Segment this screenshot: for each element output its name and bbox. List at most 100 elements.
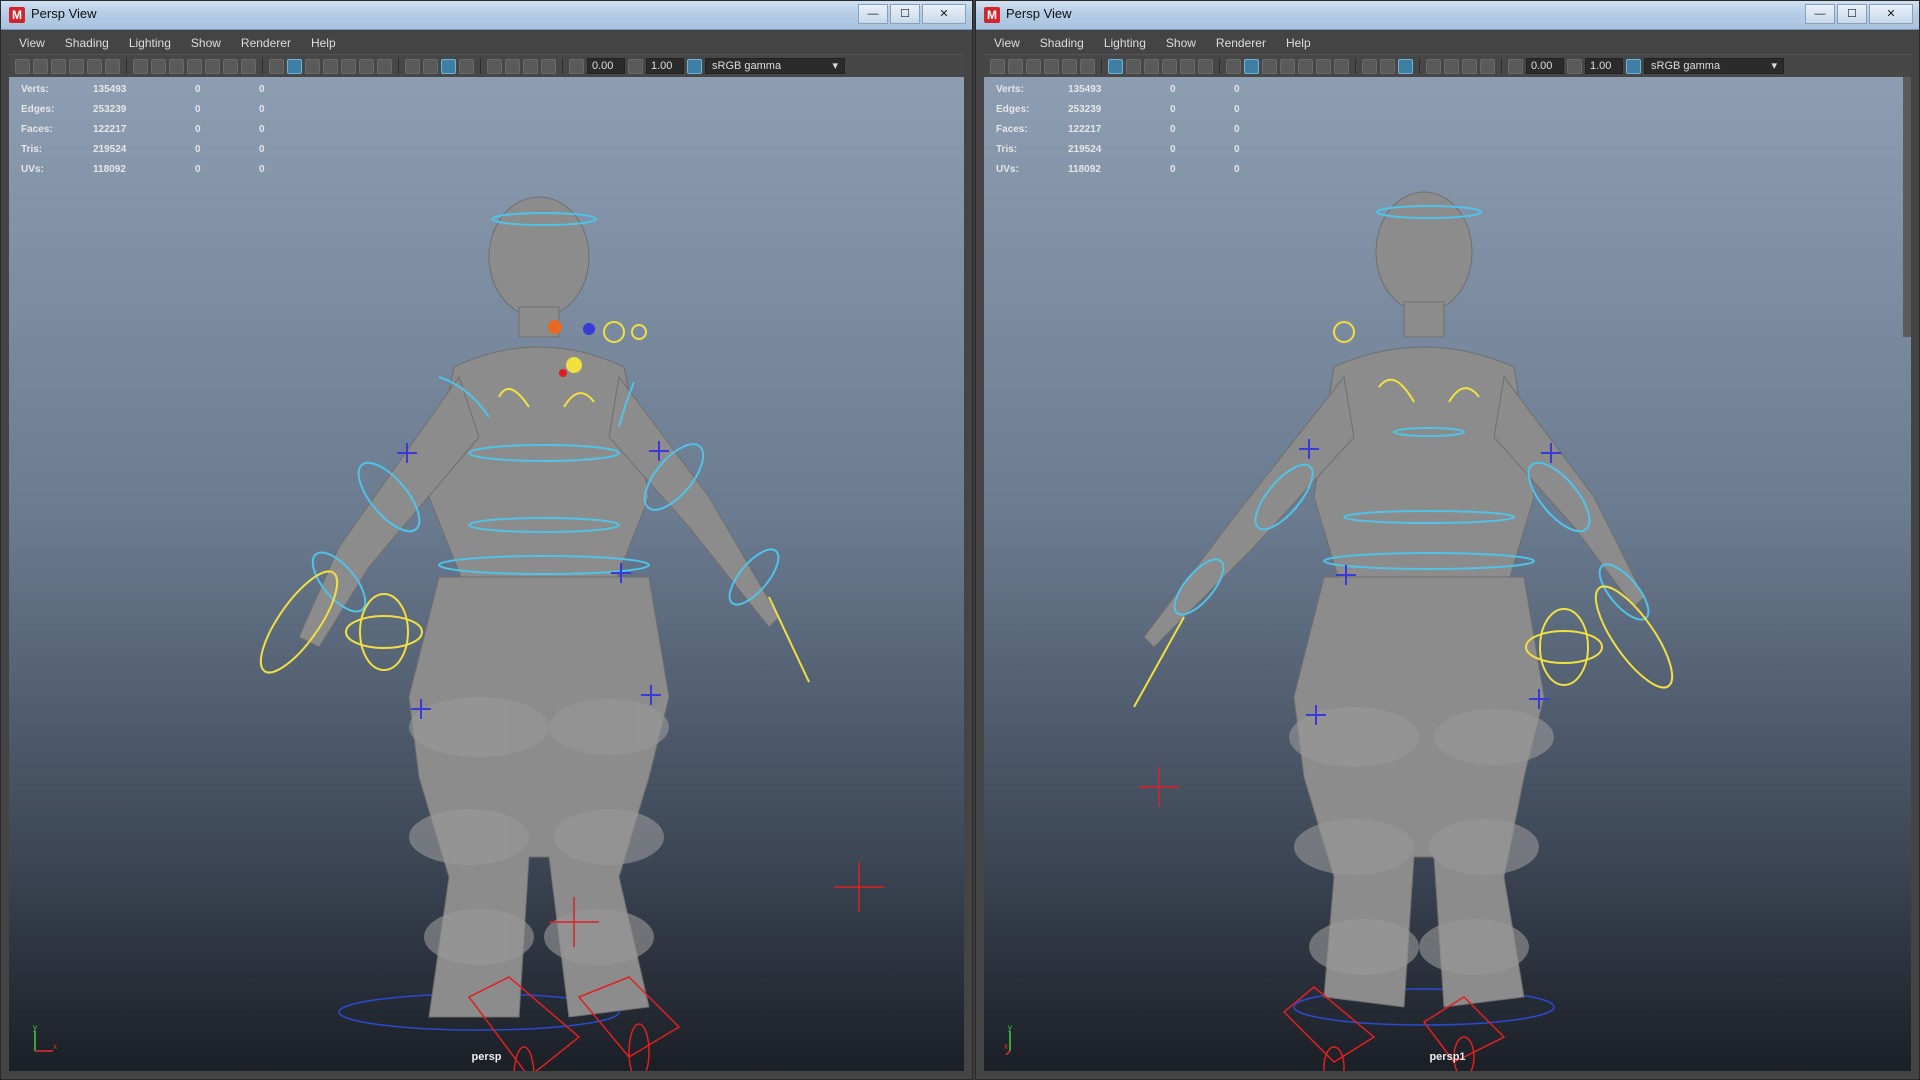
depth-of-field-icon[interactable]	[459, 58, 474, 74]
xray-joints-icon[interactable]	[523, 58, 538, 74]
film-gate-icon[interactable]	[151, 58, 166, 74]
lights-icon[interactable]	[359, 58, 374, 74]
camera-attributes-icon[interactable]	[33, 58, 48, 74]
toolbar-separator	[1501, 58, 1502, 74]
2d-pan-zoom-icon[interactable]	[87, 58, 102, 74]
resolution-gate-icon[interactable]	[1144, 58, 1159, 74]
minimize-button[interactable]: —	[1805, 4, 1835, 24]
exposure-field[interactable]: 0.00	[587, 58, 625, 74]
exposure-icon[interactable]	[1508, 58, 1523, 74]
smooth-shade-icon[interactable]	[287, 58, 302, 74]
gamma-field[interactable]: 1.00	[646, 58, 684, 74]
toolbar-separator	[1219, 58, 1220, 74]
menu-renderer[interactable]: Renderer	[1206, 36, 1276, 50]
textured-icon[interactable]	[341, 58, 356, 74]
grease-pencil-icon[interactable]	[1080, 58, 1095, 74]
anti-aliasing-icon[interactable]	[441, 58, 456, 74]
close-button[interactable]: ✕	[922, 4, 966, 24]
isolate-select-icon[interactable]	[1426, 58, 1441, 74]
gate-mask-icon[interactable]	[187, 58, 202, 74]
safe-action-icon[interactable]	[223, 58, 238, 74]
bookmark-icon[interactable]	[51, 58, 66, 74]
wireframe-on-shaded-icon[interactable]	[323, 58, 338, 74]
xray-active-components-icon[interactable]	[1480, 58, 1495, 74]
gamma-field[interactable]: 1.00	[1585, 58, 1623, 74]
panel-toolbar: 0.00 1.00 sRGB gamma ▾	[9, 54, 964, 78]
titlebar[interactable]: M Persp View — ☐ ✕	[976, 1, 1919, 30]
ambient-occlusion-icon[interactable]	[1362, 58, 1377, 74]
toolbar-separator	[1355, 58, 1356, 74]
wireframe-icon[interactable]	[1226, 58, 1241, 74]
titlebar[interactable]: M Persp View — ☐ ✕	[1, 1, 972, 30]
color-space-dropdown[interactable]: sRGB gamma ▾	[705, 58, 845, 74]
viewport-scrollbar[interactable]	[1903, 77, 1911, 337]
color-management-icon[interactable]	[1626, 58, 1641, 74]
anti-aliasing-icon[interactable]	[1398, 58, 1413, 74]
gamma-icon[interactable]	[1567, 58, 1582, 74]
shadows-icon[interactable]	[1334, 58, 1349, 74]
shadows-icon[interactable]	[377, 58, 392, 74]
resolution-gate-icon[interactable]	[169, 58, 184, 74]
menu-renderer[interactable]: Renderer	[231, 36, 301, 50]
ambient-occlusion-icon[interactable]	[405, 58, 420, 74]
menu-shading[interactable]: Shading	[1030, 36, 1094, 50]
gate-mask-icon[interactable]	[1162, 58, 1177, 74]
grid-icon[interactable]	[133, 58, 148, 74]
xray-joints-icon[interactable]	[1462, 58, 1477, 74]
exposure-icon[interactable]	[569, 58, 584, 74]
menu-show[interactable]: Show	[181, 36, 231, 50]
gamma-icon[interactable]	[628, 58, 643, 74]
color-space-dropdown[interactable]: sRGB gamma ▾	[1644, 58, 1784, 74]
character-rig-back[interactable]	[984, 77, 1911, 1071]
menu-help[interactable]: Help	[1276, 36, 1321, 50]
maximize-button[interactable]: ☐	[1837, 4, 1867, 24]
axis-y-label: y	[33, 1025, 37, 1032]
menu-lighting[interactable]: Lighting	[1094, 36, 1156, 50]
wireframe-on-shaded-icon[interactable]	[1280, 58, 1295, 74]
field-chart-icon[interactable]	[205, 58, 220, 74]
xray-icon[interactable]	[505, 58, 520, 74]
camera-select-icon[interactable]	[15, 58, 30, 74]
textured-icon[interactable]	[1298, 58, 1313, 74]
3d-viewport[interactable]: Verts: 135493 0 0 Edges: 253239 0 0 Face…	[984, 77, 1911, 1071]
camera-select-icon[interactable]	[990, 58, 1005, 74]
menu-help[interactable]: Help	[301, 36, 346, 50]
xray-active-components-icon[interactable]	[541, 58, 556, 74]
safe-title-icon[interactable]	[241, 58, 256, 74]
lights-icon[interactable]	[1316, 58, 1331, 74]
menu-lighting[interactable]: Lighting	[119, 36, 181, 50]
axis-y-label: y	[1008, 1025, 1012, 1032]
bookmark-icon[interactable]	[1026, 58, 1041, 74]
default-material-icon[interactable]	[1262, 58, 1277, 74]
default-material-icon[interactable]	[305, 58, 320, 74]
color-management-icon[interactable]	[687, 58, 702, 74]
3d-viewport[interactable]: Verts: 135493 0 0 Edges: 253239 0 0 Face…	[9, 77, 964, 1071]
field-chart-icon[interactable]	[1180, 58, 1195, 74]
minimize-button[interactable]: —	[858, 4, 888, 24]
menu-view[interactable]: View	[9, 36, 55, 50]
2d-pan-zoom-icon[interactable]	[1062, 58, 1077, 74]
close-button[interactable]: ✕	[1869, 4, 1913, 24]
menu-view[interactable]: View	[984, 36, 1030, 50]
motion-blur-icon[interactable]	[1380, 58, 1395, 74]
menu-shading[interactable]: Shading	[55, 36, 119, 50]
maximize-button[interactable]: ☐	[890, 4, 920, 24]
camera-attributes-icon[interactable]	[1008, 58, 1023, 74]
character-rig-front[interactable]	[9, 77, 964, 1071]
safe-action-icon[interactable]	[1198, 58, 1213, 74]
wireframe-icon[interactable]	[269, 58, 284, 74]
toolbar-separator	[398, 58, 399, 74]
menu-show[interactable]: Show	[1156, 36, 1206, 50]
grease-pencil-icon[interactable]	[105, 58, 120, 74]
isolate-select-icon[interactable]	[487, 58, 502, 74]
chevron-down-icon: ▾	[832, 60, 838, 72]
motion-blur-icon[interactable]	[423, 58, 438, 74]
image-plane-icon[interactable]	[69, 58, 84, 74]
exposure-field[interactable]: 0.00	[1526, 58, 1564, 74]
maya-window-right: M Persp View — ☐ ✕ View Shading Lighting…	[975, 0, 1920, 1080]
xray-icon[interactable]	[1444, 58, 1459, 74]
smooth-shade-icon[interactable]	[1244, 58, 1259, 74]
grid-icon[interactable]	[1108, 58, 1123, 74]
image-plane-icon[interactable]	[1044, 58, 1059, 74]
film-gate-icon[interactable]	[1126, 58, 1141, 74]
